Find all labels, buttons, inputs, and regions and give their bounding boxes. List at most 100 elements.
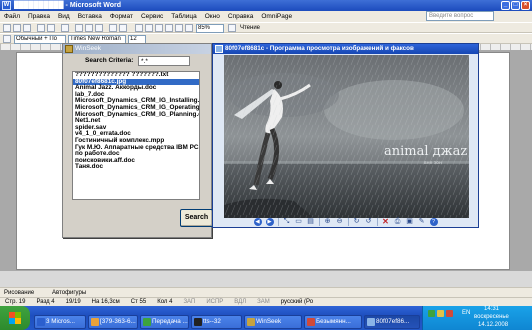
- taskbar-button[interactable]: WinSeek: [244, 315, 302, 329]
- taskbar-button[interactable]: 80f07ef86...: [364, 315, 420, 329]
- network-icon[interactable]: [428, 310, 435, 317]
- open-icon[interactable]: [13, 24, 21, 32]
- help-icon[interactable]: ?: [429, 217, 438, 226]
- word-window-title: ██████████ - Microsoft Word: [14, 2, 122, 9]
- copy-icon[interactable]: [85, 24, 93, 32]
- task-app-icon: [91, 318, 99, 326]
- status-language: русский (Ро: [280, 299, 314, 305]
- menu-view[interactable]: Вид: [58, 11, 70, 22]
- word-status-bar: Стр. 19 Разд 4 19/19 На 16,3см Ст 55 Кол…: [0, 297, 532, 306]
- best-fit-icon[interactable]: ⤡: [283, 218, 291, 226]
- maximize-button[interactable]: □: [511, 1, 520, 10]
- menu-file[interactable]: Файл: [4, 11, 20, 22]
- viewer-toolbar: ◀ ▶ ⤡ ▭ ▤ ⊕ ⊖ ↻ ↺ ✕ ⎙ ▣ ✎ ?: [213, 216, 478, 227]
- styles-pane-icon[interactable]: [3, 35, 11, 43]
- task-app-icon: [247, 318, 255, 326]
- status-ovr[interactable]: ЗАМ: [257, 298, 270, 306]
- columns-icon[interactable]: [155, 24, 163, 32]
- taskbar-button-label: 3 Micros...: [46, 318, 76, 325]
- taskbar-button-label: Безымянн...: [316, 318, 351, 325]
- show-hide-icon[interactable]: [185, 24, 193, 32]
- help-question-input[interactable]: Введите вопрос: [426, 11, 494, 21]
- minimize-button[interactable]: _: [501, 1, 510, 10]
- start-button[interactable]: [0, 306, 30, 330]
- tray-date: 14.12.2008: [478, 322, 509, 328]
- toolbar-separator: [347, 217, 349, 226]
- menu-tools[interactable]: Сервис: [141, 11, 163, 22]
- results-list[interactable]: ?????????????? ???????.txt 80f07ef8681c.j…: [72, 71, 200, 200]
- zoom-out-icon[interactable]: ⊖: [336, 218, 344, 226]
- taskbar-button-label: 80f07ef86...: [376, 318, 410, 325]
- actual-size-icon[interactable]: ▭: [295, 218, 303, 226]
- drawing-icon[interactable]: [165, 24, 173, 32]
- taskbar-button[interactable]: [379-363-6...: [88, 315, 138, 329]
- task-app-icon: [307, 318, 315, 326]
- table-icon[interactable]: [145, 24, 153, 32]
- spelling-icon[interactable]: [61, 24, 69, 32]
- zoom-combo[interactable]: 85%: [196, 24, 224, 33]
- previous-image-icon[interactable]: ◀: [253, 217, 262, 226]
- help-icon[interactable]: [228, 24, 236, 32]
- print-preview-icon[interactable]: [47, 24, 55, 32]
- next-image-icon[interactable]: ▶: [265, 217, 274, 226]
- tray-time[interactable]: 14:31: [484, 306, 499, 313]
- cut-icon[interactable]: [75, 24, 83, 32]
- menu-window[interactable]: Окно: [205, 11, 220, 22]
- menu-edit[interactable]: Правка: [28, 11, 50, 22]
- zoom-in-icon[interactable]: ⊕: [324, 218, 332, 226]
- style-combo[interactable]: Обычный + По: [14, 35, 66, 44]
- menu-help[interactable]: Справка: [228, 11, 254, 22]
- status-page: Стр. 19: [5, 299, 26, 305]
- close-button[interactable]: ×: [521, 1, 530, 10]
- menu-insert[interactable]: Вставка: [78, 11, 102, 22]
- taskbar-button[interactable]: Безымянн...: [304, 315, 362, 329]
- menu-omnipage[interactable]: OmniPage: [261, 11, 292, 22]
- slideshow-icon[interactable]: ▤: [307, 218, 315, 226]
- result-item[interactable]: Таня.doc: [73, 164, 199, 171]
- language-indicator[interactable]: EN: [462, 310, 470, 317]
- task-app-icon: [143, 318, 151, 326]
- viewer-title-bar[interactable]: 80f07ef8681c - Программа просмотра изобр…: [213, 44, 478, 54]
- word-app-icon: W: [2, 1, 11, 10]
- winseek-app-icon: [65, 45, 73, 53]
- toolbar-separator: [376, 217, 378, 226]
- viewer-image: animal джаz вне зон: [224, 55, 469, 218]
- paste-icon[interactable]: [95, 24, 103, 32]
- document-map-icon[interactable]: [175, 24, 183, 32]
- undo-icon[interactable]: [109, 24, 117, 32]
- antivirus-icon[interactable]: [446, 310, 453, 317]
- taskbar-button[interactable]: tts--32: [191, 315, 242, 329]
- edit-icon[interactable]: ✎: [418, 218, 426, 226]
- rotate-counterclockwise-icon[interactable]: ↺: [365, 218, 373, 226]
- taskbar-button-label: WinSeek: [256, 318, 282, 325]
- volume-icon[interactable]: [437, 310, 444, 317]
- image-logo-text: animal джаz: [384, 144, 467, 159]
- save-icon[interactable]: [23, 24, 31, 32]
- status-rec[interactable]: ЗАП: [183, 298, 195, 306]
- winseek-title-bar[interactable]: WinSeek: [63, 44, 211, 54]
- status-column: Кол 4: [157, 299, 173, 305]
- taskbar-button-label: Передача ...: [152, 318, 188, 325]
- delete-icon[interactable]: ✕: [382, 217, 390, 226]
- menu-table[interactable]: Таблица: [171, 11, 197, 22]
- status-ext[interactable]: ВДЛ: [234, 298, 246, 306]
- search-button[interactable]: Search: [180, 209, 213, 227]
- taskbar-button[interactable]: Передача ...: [140, 315, 189, 329]
- hyperlink-icon[interactable]: [135, 24, 143, 32]
- tray-day: воскресенье: [474, 314, 509, 320]
- search-criteria-input[interactable]: [138, 56, 190, 66]
- image-viewer-window: 80f07ef8681c - Программа просмотра изобр…: [212, 43, 479, 228]
- print-icon[interactable]: [37, 24, 45, 32]
- menu-format[interactable]: Формат: [110, 11, 133, 22]
- taskbar-button-label: tts--32: [203, 318, 221, 325]
- redo-icon[interactable]: [119, 24, 127, 32]
- taskbar-button-label: [379-363-6...: [100, 318, 136, 325]
- new-document-icon[interactable]: [3, 24, 11, 32]
- save-copy-icon[interactable]: ▣: [406, 218, 414, 226]
- taskbar-button[interactable]: 3 Micros...: [34, 315, 86, 329]
- rotate-clockwise-icon[interactable]: ↻: [353, 218, 361, 226]
- status-section: Разд 4: [36, 299, 55, 305]
- winseek-window: WinSeek Search Criteria: ?????????????? …: [62, 43, 213, 238]
- status-trk[interactable]: ИСПР: [206, 298, 223, 306]
- print-icon[interactable]: ⎙: [394, 218, 402, 226]
